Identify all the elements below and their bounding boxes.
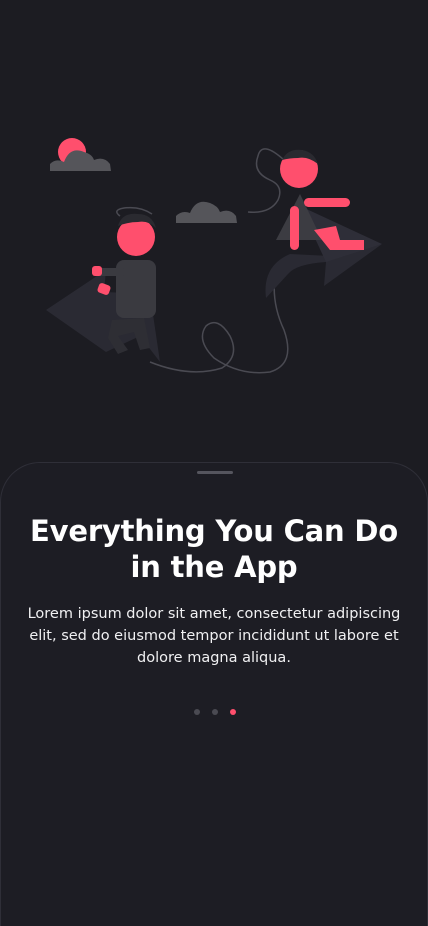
paper-plane-illustration <box>46 138 382 374</box>
bottom-sheet[interactable]: Everything You Can Do in the App Lorem i… <box>0 462 428 926</box>
person-right-arm <box>304 198 350 207</box>
pagination-dot[interactable] <box>194 709 200 715</box>
page-description: Lorem ipsum dolor sit amet, consectetur … <box>27 606 401 666</box>
pagination-dot-active[interactable] <box>230 709 236 715</box>
pagination-dot[interactable] <box>212 709 218 715</box>
cloud-center <box>176 201 237 223</box>
drag-handle-icon[interactable] <box>197 471 233 474</box>
page-title: Everything You Can Do in the App <box>30 514 398 584</box>
onboarding-screen: Everything You Can Do in the App Lorem i… <box>0 0 428 926</box>
pagination-dots <box>1 709 428 715</box>
person-left-hand <box>92 266 102 276</box>
person-right-arm2 <box>290 206 299 250</box>
hair-string-right <box>247 148 285 213</box>
